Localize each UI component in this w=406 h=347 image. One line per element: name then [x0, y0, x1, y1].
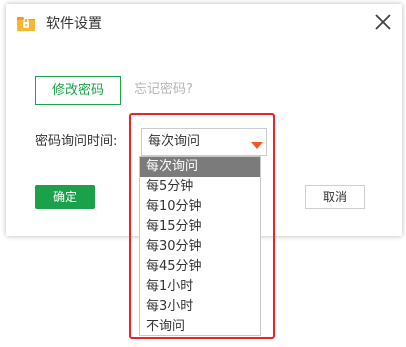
dropdown-option-5-min[interactable]: 每5分钟	[140, 177, 260, 197]
dropdown-option-every-time[interactable]: 每次询问	[140, 157, 260, 177]
dropdown-option-15-min[interactable]: 每15分钟	[140, 217, 260, 237]
folder-lock-icon	[16, 13, 36, 33]
confirm-button[interactable]: 确定	[35, 185, 95, 209]
dropdown-option-1-hour[interactable]: 每1小时	[140, 277, 260, 297]
title-bar: 软件设置	[6, 4, 402, 44]
ask-interval-dropdown-list: 每次询问 每5分钟 每10分钟 每15分钟 每30分钟 每45分钟 每1小时 每…	[139, 156, 261, 336]
chevron-down-icon	[251, 139, 263, 149]
dropdown-option-45-min[interactable]: 每45分钟	[140, 257, 260, 277]
cancel-button[interactable]: 取消	[305, 185, 365, 209]
dropdown-option-3-hours[interactable]: 每3小时	[140, 297, 260, 317]
dropdown-option-30-min[interactable]: 每30分钟	[140, 237, 260, 257]
window-title: 软件设置	[46, 16, 102, 32]
forgot-password-link[interactable]: 忘记密码?	[134, 80, 193, 100]
ask-interval-select[interactable]: 每次询问	[141, 128, 267, 156]
dropdown-option-never[interactable]: 不询问	[140, 317, 260, 337]
close-icon[interactable]	[372, 11, 394, 33]
password-ask-interval-label: 密码询问时间:	[35, 134, 118, 149]
change-password-button[interactable]: 修改密码	[35, 76, 121, 105]
dropdown-option-10-min[interactable]: 每10分钟	[140, 197, 260, 217]
ask-interval-selected-value: 每次询问	[148, 134, 201, 149]
